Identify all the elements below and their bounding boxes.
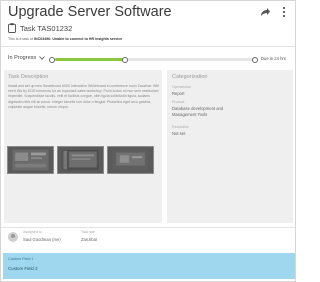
clipboard-icon bbox=[8, 23, 16, 33]
progress-track bbox=[55, 58, 255, 61]
resolution-value[interactable]: Not set bbox=[172, 131, 185, 136]
divider bbox=[1, 227, 295, 228]
operational-label: Operational bbox=[172, 85, 191, 89]
progress-fill bbox=[55, 58, 125, 61]
parent-incident-row: This is a task of INC03496: Unable to co… bbox=[8, 37, 122, 41]
attachment-thumbnail-3[interactable] bbox=[107, 146, 154, 174]
screenshot-icon bbox=[62, 149, 99, 171]
avatar bbox=[8, 232, 18, 242]
chevron-down-icon bbox=[39, 56, 45, 60]
task-description-text: Install and set up new Smartboard 6000 I… bbox=[8, 84, 159, 109]
task-description-heading: Task Description bbox=[8, 74, 49, 80]
task-site-label: Task site bbox=[81, 230, 95, 234]
due-label: Due in 24 hrs bbox=[261, 56, 286, 61]
share-icon[interactable] bbox=[260, 7, 271, 17]
parent-incident-prefix: This is a task of bbox=[8, 37, 33, 41]
custom-field-1[interactable]: Custom Field 1 bbox=[8, 257, 34, 261]
task-number: Task TAS01232 bbox=[20, 23, 73, 33]
task-id-row: Task TAS01232 bbox=[8, 22, 72, 34]
assignee-name[interactable]: Saul Goodman (me) bbox=[23, 237, 61, 242]
custom-field-2[interactable]: Custom Field 2 bbox=[8, 266, 38, 271]
attachment-thumbnail-1[interactable] bbox=[7, 146, 54, 174]
custom-fields-footer: Custom Field 1 Custom Field 2 bbox=[3, 253, 295, 279]
resolution-label: Resolution bbox=[172, 125, 189, 129]
screenshot-icon bbox=[12, 149, 49, 171]
progress-start-knob[interactable] bbox=[49, 56, 55, 63]
status-dropdown[interactable]: In Progress bbox=[8, 55, 45, 61]
more-options-icon[interactable] bbox=[279, 6, 289, 18]
assigned-to-label: Assigned to bbox=[23, 230, 42, 234]
operational-value[interactable]: Report bbox=[172, 91, 185, 96]
task-site-value[interactable]: Zanzibar bbox=[81, 237, 97, 242]
task-card: Upgrade Server Software Task TAS01232 Th… bbox=[0, 0, 296, 282]
screenshot-icon bbox=[112, 149, 149, 171]
page-title: Upgrade Server Software bbox=[8, 4, 172, 20]
parent-incident-link[interactable]: INC03496: Unable to connect to HR Insigh… bbox=[34, 37, 122, 41]
attachment-thumbnail-2[interactable] bbox=[57, 146, 104, 174]
progress-current-knob[interactable] bbox=[122, 56, 128, 63]
status-label: In Progress bbox=[8, 55, 37, 61]
categorization-heading: Categorization bbox=[172, 74, 208, 80]
product-value[interactable]: Database development and Management Tool… bbox=[172, 106, 242, 118]
categorization-panel: Categorization Operational Report Produc… bbox=[167, 70, 293, 223]
product-label: Product bbox=[172, 100, 185, 104]
progress-end-knob[interactable] bbox=[252, 56, 258, 63]
divider bbox=[1, 46, 295, 47]
attachment-thumbnails bbox=[7, 146, 154, 174]
task-description-panel: Task Description Install and set up new … bbox=[4, 70, 162, 223]
